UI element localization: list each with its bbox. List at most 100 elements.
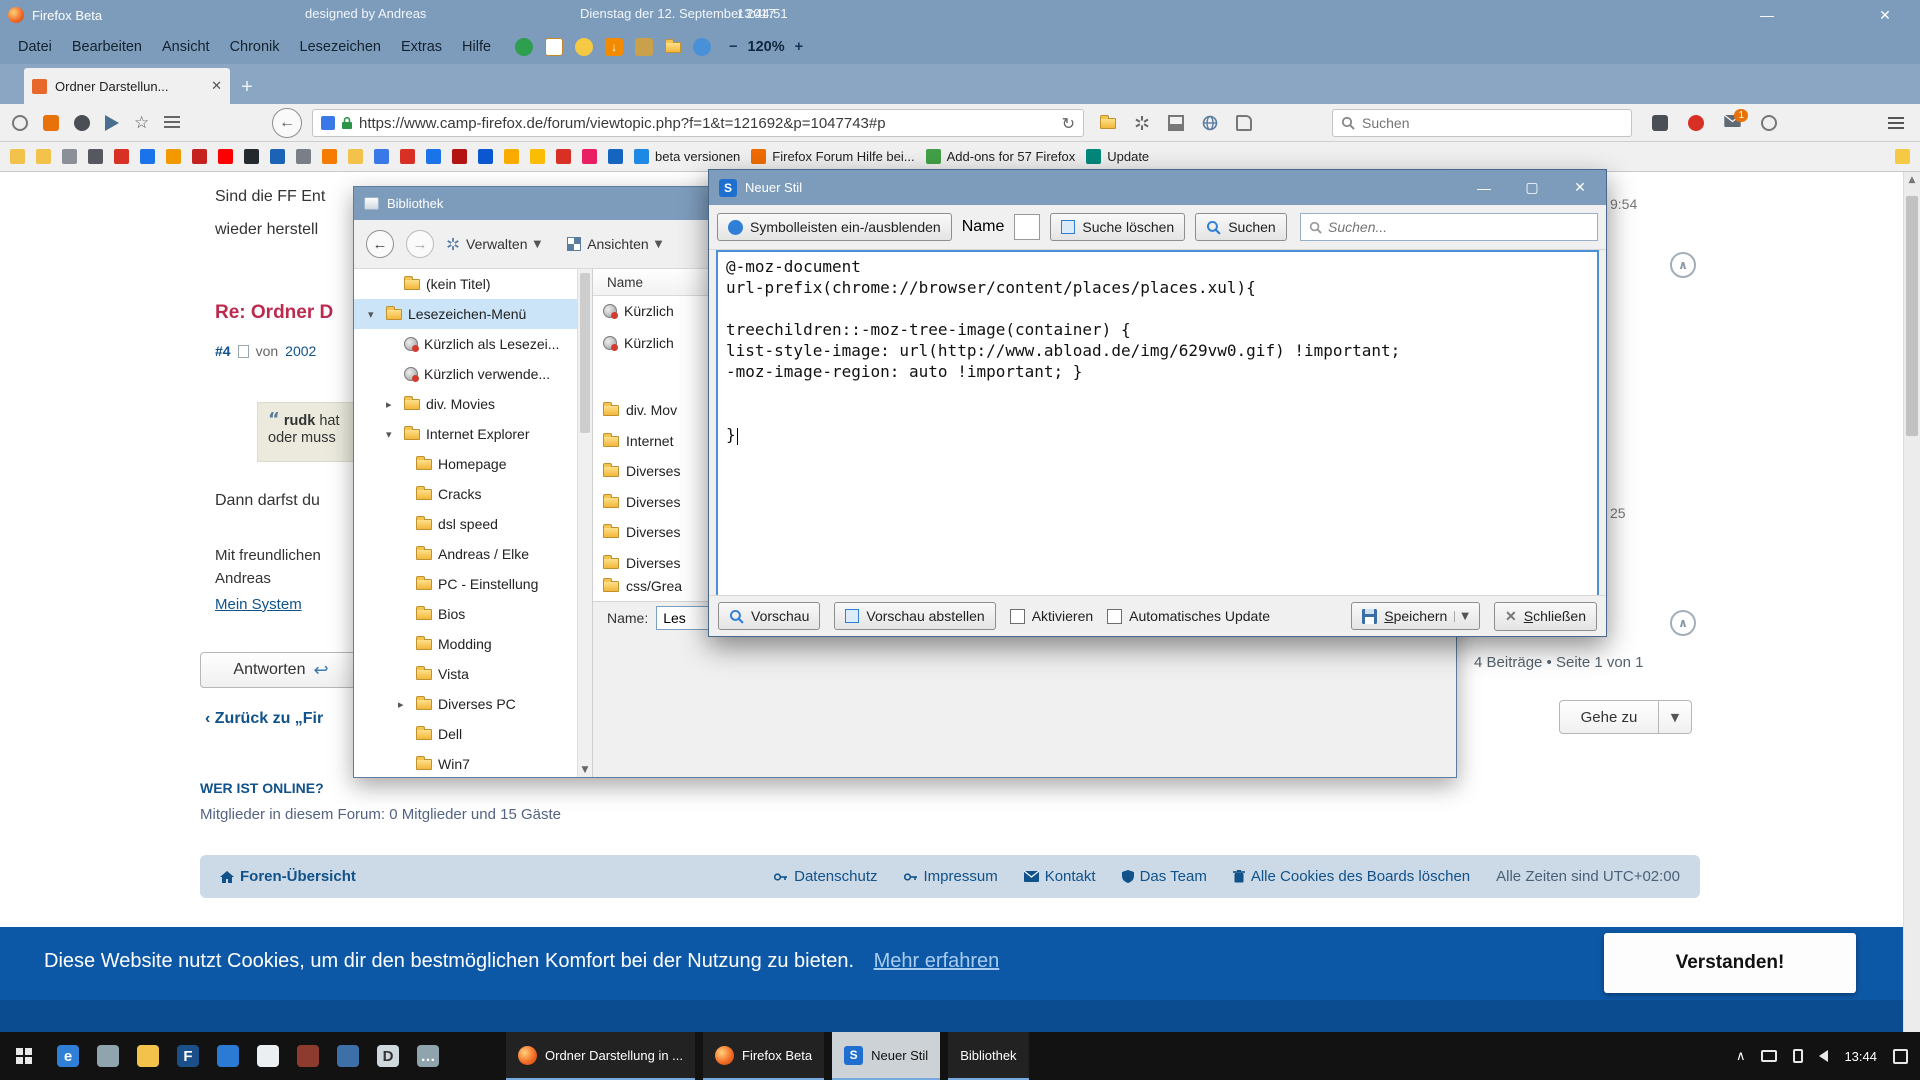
taskbar-window-firefox-beta[interactable]: Firefox Beta	[703, 1032, 824, 1080]
menu-extras[interactable]: Extras	[391, 34, 452, 60]
footer-link-kontakt[interactable]: Kontakt	[1024, 868, 1096, 885]
tree-item[interactable]: Homepage	[354, 449, 592, 479]
auto-update-checkbox-group[interactable]: Automatisches Update	[1107, 608, 1270, 624]
tab-close-icon[interactable]: ✕	[211, 78, 222, 94]
bookmark-favicon[interactable]	[426, 149, 441, 164]
taskbar-window-bibliothek[interactable]: Bibliothek	[948, 1032, 1028, 1080]
tree-item-selected[interactable]: ▾Lesezeichen-Menü	[354, 299, 592, 329]
bookmark-favicon[interactable]	[36, 149, 51, 164]
goto-dropdown[interactable]: Gehe zu ▼	[1559, 700, 1692, 734]
taskbar-app-mail[interactable]	[208, 1032, 248, 1080]
maximize-icon[interactable]: ▢	[1512, 170, 1552, 205]
bookmark-favicon[interactable]	[556, 149, 571, 164]
twisty-open-icon[interactable]: ▾	[386, 428, 398, 441]
tree-item[interactable]: ▸div. Movies	[354, 389, 592, 419]
notes-icon[interactable]	[545, 38, 563, 56]
bookmark-favicon[interactable]	[270, 149, 285, 164]
send-icon[interactable]	[105, 115, 119, 131]
taskbar-app-d[interactable]: D	[368, 1032, 408, 1080]
account-icon[interactable]	[1761, 115, 1777, 131]
back-button[interactable]: ←	[366, 230, 394, 258]
footer-link-das-team[interactable]: Das Team	[1122, 868, 1207, 885]
scrollbar-down-icon[interactable]: ▼	[578, 765, 592, 775]
save-dropdown-icon[interactable]: ▼	[1454, 611, 1469, 622]
menu-bearbeiten[interactable]: Bearbeiten	[62, 34, 152, 60]
menu-hilfe[interactable]: Hilfe	[452, 34, 501, 60]
organize-menu[interactable]: Verwalten ▼	[446, 236, 541, 252]
bookmark-item[interactable]: Firefox Forum Hilfe bei...	[751, 149, 914, 164]
twisty-open-icon[interactable]: ▾	[368, 308, 380, 321]
footer-link-impressum[interactable]: Impressum	[904, 868, 998, 885]
search-box[interactable]	[1332, 109, 1632, 137]
monitor-icon[interactable]	[1761, 1050, 1777, 1062]
back-to-forum-link[interactable]: ‹ Zurück zu „Fir	[205, 710, 323, 728]
reading-list-icon[interactable]	[164, 116, 180, 130]
tree-item[interactable]: (kein Titel)	[354, 269, 592, 299]
tree-scrollbar[interactable]: ▼	[577, 269, 592, 777]
bookmark-favicon[interactable]	[218, 149, 233, 164]
bookmark-favicon[interactable]	[452, 149, 467, 164]
bookmark-favicon[interactable]	[400, 149, 415, 164]
tray-expand-icon[interactable]: ∧	[1736, 1049, 1746, 1064]
reload-icon[interactable]: ↻	[1062, 114, 1075, 133]
post-title[interactable]: Re: Ordner D	[215, 302, 333, 324]
tool-icon[interactable]	[635, 38, 653, 56]
tree-item[interactable]: Cracks	[354, 479, 592, 509]
folder-icon[interactable]	[665, 42, 681, 53]
scrollbar-thumb[interactable]	[1906, 196, 1918, 436]
menu-icon[interactable]	[1888, 117, 1904, 129]
smiley-icon[interactable]	[575, 38, 593, 56]
search-button[interactable]: Suchen	[1195, 213, 1286, 241]
scroll-top-button[interactable]: ∧	[1670, 610, 1696, 636]
bookmark-item[interactable]: beta versionen	[634, 149, 740, 164]
scrollbar-thumb[interactable]	[580, 273, 590, 433]
taskbar-window-neuer-stil[interactable]: S Neuer Stil	[832, 1032, 940, 1080]
web-globe-icon[interactable]	[515, 38, 533, 56]
bookmark-favicon[interactable]	[374, 149, 389, 164]
minimize-icon[interactable]: —	[1464, 170, 1504, 205]
scroll-top-button[interactable]: ∧	[1670, 252, 1696, 278]
activate-checkbox[interactable]	[1010, 609, 1025, 624]
learn-more-link[interactable]: Mehr erfahren	[874, 950, 1000, 972]
toggle-toolbars-button[interactable]: Symbolleisten ein-/ausblenden	[717, 213, 952, 241]
style-editor-titlebar[interactable]: S Neuer Stil — ▢ ✕	[709, 170, 1606, 205]
url-input[interactable]	[359, 115, 1056, 132]
menu-datei[interactable]: Datei	[8, 34, 62, 60]
my-system-link[interactable]: Mein System	[215, 596, 302, 613]
close-button[interactable]: ✕ Schließen	[1494, 602, 1597, 631]
menu-chronik[interactable]: Chronik	[220, 34, 290, 60]
tree-item[interactable]: dsl speed	[354, 509, 592, 539]
taskbar-app-explorer[interactable]	[128, 1032, 168, 1080]
stop-preview-button[interactable]: Vorschau abstellen	[834, 602, 995, 630]
page-scrollbar[interactable]: ▲	[1903, 172, 1920, 1032]
activate-checkbox-group[interactable]: Aktivieren	[1010, 608, 1093, 624]
tree-item[interactable]: Vista	[354, 659, 592, 689]
editor-search-box[interactable]	[1300, 213, 1598, 241]
bookmark-favicon[interactable]	[114, 149, 129, 164]
scrollbar-up-icon[interactable]: ▲	[1904, 175, 1920, 185]
bookmark-favicon[interactable]	[322, 149, 337, 164]
star-icon[interactable]: ☆	[134, 113, 149, 133]
minimize-icon[interactable]: —	[1750, 0, 1784, 30]
tree-item[interactable]: PC - Einstellung	[354, 569, 592, 599]
tree-item[interactable]: Win7	[354, 749, 592, 779]
clear-search-button[interactable]: Suche löschen	[1050, 213, 1185, 241]
bookmark-favicon[interactable]	[88, 149, 103, 164]
tree-item[interactable]: Kürzlich als Lesezei...	[354, 329, 592, 359]
forward-button[interactable]: →	[406, 230, 434, 258]
globe-icon[interactable]	[1202, 115, 1218, 131]
library-icon[interactable]	[1652, 115, 1668, 131]
mail-button[interactable]: 1	[1724, 114, 1741, 132]
taskbar-window-ordner[interactable]: Ordner Darstellung in ...	[506, 1032, 695, 1080]
back-button[interactable]: ←	[272, 108, 302, 138]
zoom-in-button[interactable]: +	[795, 39, 803, 55]
battery-icon[interactable]	[1793, 1049, 1803, 1063]
bookmark-favicon[interactable]	[244, 149, 259, 164]
taskbar-app-edge[interactable]: e	[48, 1032, 88, 1080]
goto-arrow[interactable]: ▼	[1659, 700, 1692, 734]
scanner-icon[interactable]	[43, 115, 59, 131]
taskbar-app-more[interactable]: …	[408, 1032, 448, 1080]
taskbar-app-taskview[interactable]	[88, 1032, 128, 1080]
views-menu[interactable]: Ansichten ▼	[567, 236, 662, 252]
board-index-link[interactable]: Foren-Übersicht	[220, 868, 356, 885]
